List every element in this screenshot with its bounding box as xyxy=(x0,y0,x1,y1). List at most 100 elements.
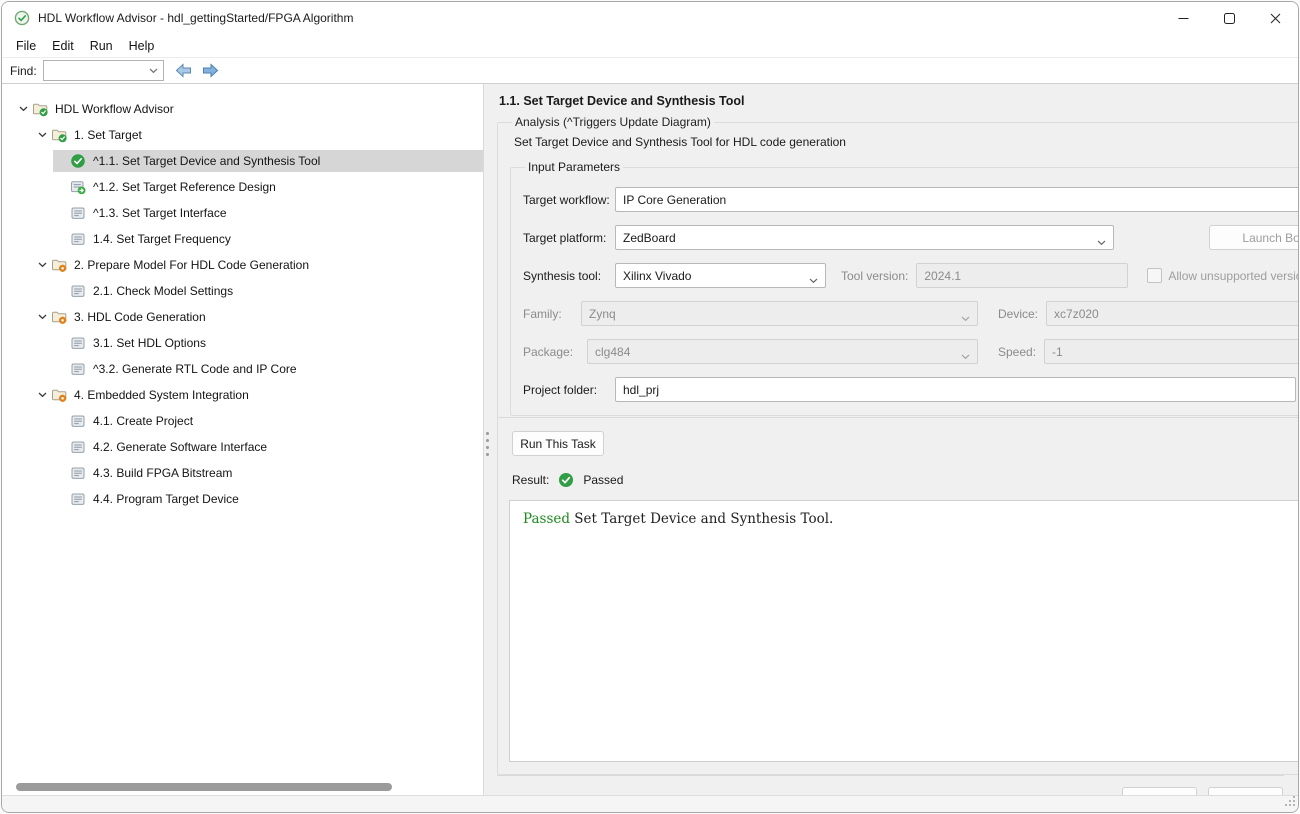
chevron-down-icon[interactable] xyxy=(34,262,51,268)
project-folder-label: Project folder: xyxy=(523,383,607,397)
horizontal-scrollbar[interactable] xyxy=(4,782,481,792)
tree-item[interactable]: ^1.1. Set Target Device and Synthesis To… xyxy=(2,148,483,174)
arrow-left-icon xyxy=(175,63,192,78)
result-label: Result: xyxy=(512,473,549,487)
tree-item[interactable]: 4.2. Generate Software Interface xyxy=(2,434,483,460)
tree-item[interactable]: 3. HDL Code Generation xyxy=(2,304,483,330)
folder-gear-icon xyxy=(51,387,67,403)
tree-item[interactable]: 4.4. Program Target Device xyxy=(2,486,483,512)
chevron-down-icon xyxy=(961,311,970,325)
tree-item-label: ^3.2. Generate RTL Code and IP Core xyxy=(93,362,297,376)
device-select: xc7z020 xyxy=(1046,301,1299,326)
tree-item-label: 4.3. Build FPGA Bitstream xyxy=(93,466,232,480)
chevron-down-icon[interactable] xyxy=(34,314,51,320)
chevron-down-icon xyxy=(149,68,158,74)
menu-run[interactable]: Run xyxy=(82,39,121,53)
tree-item-label: 1.4. Set Target Frequency xyxy=(93,232,231,246)
folder-gear-icon xyxy=(51,257,67,273)
splitter-handle-icon xyxy=(486,432,489,435)
tree-item[interactable]: 1. Set Target xyxy=(2,122,483,148)
analysis-group: Analysis (^Triggers Update Diagram) Set … xyxy=(497,115,1299,775)
allow-unsupported-version-checkbox xyxy=(1147,268,1162,283)
tree-item[interactable]: ^1.3. Set Target Interface xyxy=(2,200,483,226)
tool-version-label: Tool version: xyxy=(841,269,908,283)
app-icon xyxy=(14,10,30,26)
task-icon xyxy=(70,335,86,351)
tree-item-label: 4. Embedded System Integration xyxy=(74,388,249,402)
result-status-text: Passed xyxy=(583,473,623,487)
project-folder-input[interactable]: hdl_prj xyxy=(615,377,1296,402)
launch-board-manager-button: Launch Board Manager xyxy=(1209,225,1299,250)
family-label: Family: xyxy=(523,307,573,321)
close-button[interactable] xyxy=(1252,2,1298,34)
find-next-button[interactable] xyxy=(200,61,222,81)
task-run-icon xyxy=(70,179,86,195)
tree-item-label: 2. Prepare Model For HDL Code Generation xyxy=(74,258,309,272)
speed-select: -1 xyxy=(1044,339,1299,364)
tree-item[interactable]: 2.1. Check Model Settings xyxy=(2,278,483,304)
tree-item[interactable]: 4. Embedded System Integration xyxy=(2,382,483,408)
task-description: Set Target Device and Synthesis Tool for… xyxy=(514,135,1299,149)
package-select: clg484 xyxy=(587,339,978,364)
chevron-down-icon xyxy=(809,273,818,287)
task-detail-panel: 1.1. Set Target Device and Synthesis Too… xyxy=(491,84,1298,795)
menubar: FileEditRunHelp xyxy=(2,34,1298,58)
synthesis-tool-label: Synthesis tool: xyxy=(523,269,607,283)
find-input[interactable] xyxy=(43,60,164,81)
tree-item-label: 1. Set Target xyxy=(74,128,142,142)
tree-item[interactable]: 3.1. Set HDL Options xyxy=(2,330,483,356)
tree-item[interactable]: 4.3. Build FPGA Bitstream xyxy=(2,460,483,486)
menu-help[interactable]: Help xyxy=(121,39,163,53)
task-icon xyxy=(70,491,86,507)
package-label: Package: xyxy=(523,345,579,359)
synthesis-tool-select[interactable]: Xilinx Vivado xyxy=(615,263,826,288)
tree-item[interactable]: 4.1. Create Project xyxy=(2,408,483,434)
chevron-down-icon xyxy=(1097,235,1106,249)
run-this-task-button[interactable]: Run This Task xyxy=(512,431,604,456)
window-title: HDL Workflow Advisor - hdl_gettingStarte… xyxy=(38,11,353,25)
allow-unsupported-version-label: Allow unsupported version xyxy=(1168,269,1299,283)
tool-version-field: 2024.1 xyxy=(916,263,1128,288)
target-platform-label: Target platform: xyxy=(523,231,607,245)
task-icon xyxy=(70,465,86,481)
tree-item-label: 4.4. Program Target Device xyxy=(93,492,239,506)
tree-item-label: 3. HDL Code Generation xyxy=(74,310,206,324)
section-divider xyxy=(498,417,1299,418)
titlebar: HDL Workflow Advisor - hdl_gettingStarte… xyxy=(2,2,1298,34)
task-icon xyxy=(70,439,86,455)
panel-splitter[interactable] xyxy=(483,84,491,795)
passed-status-icon xyxy=(558,472,574,488)
chevron-down-icon xyxy=(961,349,970,363)
target-platform-select[interactable]: ZedBoard xyxy=(615,225,1114,250)
speed-label: Speed: xyxy=(998,345,1036,359)
scrollbar-thumb[interactable] xyxy=(16,783,392,791)
chevron-down-icon[interactable] xyxy=(15,106,32,112)
tree-item[interactable]: 1.4. Set Target Frequency xyxy=(2,226,483,252)
tree-item-label: 2.1. Check Model Settings xyxy=(93,284,233,298)
workflow-tree: HDL Workflow Advisor 1. Set Target ^1.1. S… xyxy=(2,84,483,795)
tree-item[interactable]: 2. Prepare Model For HDL Code Generation xyxy=(2,252,483,278)
tree-item-label: HDL Workflow Advisor xyxy=(55,102,174,116)
maximize-button[interactable] xyxy=(1206,2,1252,34)
arrow-right-icon xyxy=(202,63,219,78)
statusbar xyxy=(2,795,1298,812)
resize-grip-icon[interactable] xyxy=(1285,795,1295,809)
find-toolbar: Find: xyxy=(2,58,1298,84)
find-previous-button[interactable] xyxy=(173,61,195,81)
folder-check-icon xyxy=(32,101,48,117)
menu-edit[interactable]: Edit xyxy=(44,39,82,53)
chevron-down-icon[interactable] xyxy=(34,132,51,138)
menu-file[interactable]: File xyxy=(8,39,44,53)
chevron-down-icon[interactable] xyxy=(34,392,51,398)
find-label: Find: xyxy=(10,64,37,78)
tree-item[interactable]: ^1.2. Set Target Reference Design xyxy=(2,174,483,200)
tree-item-label: 4.1. Create Project xyxy=(93,414,193,428)
target-workflow-select[interactable]: IP Core Generation xyxy=(615,187,1299,212)
page-title: 1.1. Set Target Device and Synthesis Too… xyxy=(499,94,1284,108)
minimize-button[interactable] xyxy=(1160,2,1206,34)
hdl-workflow-advisor-window: HDL Workflow Advisor - hdl_gettingStarte… xyxy=(1,1,1299,813)
device-label: Device: xyxy=(998,307,1038,321)
passed-icon xyxy=(70,153,86,169)
tree-item[interactable]: HDL Workflow Advisor xyxy=(2,96,483,122)
tree-item[interactable]: ^3.2. Generate RTL Code and IP Core xyxy=(2,356,483,382)
